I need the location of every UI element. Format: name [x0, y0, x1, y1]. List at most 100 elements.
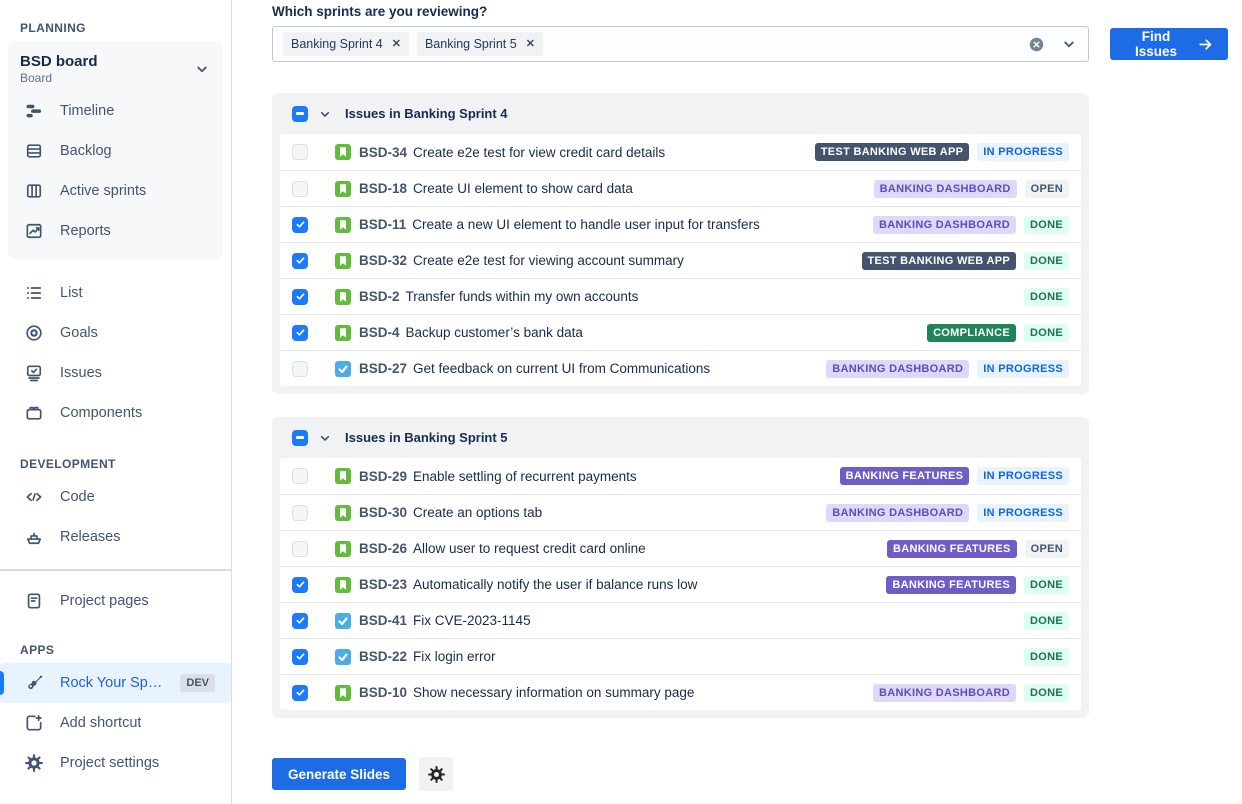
- issue-checkbox[interactable]: [292, 505, 308, 521]
- sidebar-item-goals[interactable]: Goals: [8, 313, 223, 353]
- chevron-down-icon[interactable]: [1060, 35, 1078, 53]
- sprint-multiselect[interactable]: Banking Sprint 4✕Banking Sprint 5✕: [272, 26, 1089, 62]
- issue-key: BSD-10: [359, 685, 407, 700]
- add-shortcut-icon: [24, 713, 44, 733]
- issue-tag-lozenge: TEST BANKING WEB APP: [815, 143, 970, 161]
- chip-label: Banking Sprint 4: [291, 37, 383, 51]
- issue-key: BSD-4: [359, 325, 400, 340]
- sidebar-item-components[interactable]: Components: [8, 393, 223, 433]
- issue-checkbox[interactable]: [292, 181, 308, 197]
- issue-row: BSD-27Get feedback on current UI from Co…: [280, 350, 1081, 386]
- issue-checkbox[interactable]: [292, 685, 308, 701]
- sidebar-item-label: Components: [60, 405, 142, 421]
- issue-checkbox[interactable]: [292, 217, 308, 233]
- sidebar-item-label: List: [60, 285, 83, 301]
- issue-status-lozenge: DONE: [1024, 288, 1069, 306]
- issue-row: BSD-22Fix login errorDONE: [280, 638, 1081, 674]
- panel-title: Issues in Banking Sprint 4: [345, 106, 508, 121]
- sidebar-item-label: Timeline: [60, 103, 114, 119]
- issue-status-lozenge: DONE: [1024, 216, 1069, 234]
- sidebar-item-timeline[interactable]: Timeline: [8, 91, 223, 131]
- sidebar-item-list[interactable]: List: [8, 273, 223, 313]
- sidebar-item-project-pages[interactable]: Project pages: [8, 581, 223, 621]
- sidebar-item-rock-your-sprint[interactable]: Rock Your Sprint…DEV: [0, 663, 231, 703]
- issue-summary: Backup customer’s bank data: [406, 325, 583, 340]
- issue-row: BSD-2Transfer funds within my own accoun…: [280, 278, 1081, 314]
- select-all-checkbox[interactable]: [292, 430, 308, 446]
- issue-row: BSD-11Create a new UI element to handle …: [280, 206, 1081, 242]
- issue-row: BSD-23Automatically notify the user if b…: [280, 566, 1081, 602]
- active-sprints-icon: [24, 181, 44, 201]
- issue-checkbox[interactable]: [292, 361, 308, 377]
- issue-status-lozenge: DONE: [1024, 648, 1069, 666]
- issue-row: BSD-29Enable settling of recurrent payme…: [280, 458, 1081, 494]
- sidebar-item-issues[interactable]: Issues: [8, 353, 223, 393]
- issue-status-lozenge: OPEN: [1025, 180, 1069, 198]
- issue-status-lozenge: IN PROGRESS: [977, 467, 1069, 485]
- remove-chip-icon[interactable]: ✕: [526, 39, 535, 50]
- board-type: Board: [20, 71, 98, 85]
- story-icon: [335, 541, 351, 557]
- issue-checkbox[interactable]: [292, 468, 308, 484]
- issue-checkbox[interactable]: [292, 325, 308, 341]
- sprint-panel: Issues in Banking Sprint 4BSD-34Create e…: [272, 93, 1089, 394]
- list-icon: [24, 283, 44, 303]
- issue-checkbox[interactable]: [292, 649, 308, 665]
- story-icon: [335, 325, 351, 341]
- issue-row: BSD-41Fix CVE-2023-1145DONE: [280, 602, 1081, 638]
- remove-chip-icon[interactable]: ✕: [392, 39, 401, 50]
- issue-tag-lozenge: TEST BANKING WEB APP: [862, 252, 1017, 270]
- issue-checkbox[interactable]: [292, 253, 308, 269]
- sidebar-item-label: Code: [60, 489, 95, 505]
- gear-icon: [427, 765, 446, 784]
- issue-status-lozenge: DONE: [1024, 252, 1069, 270]
- clear-selection-icon[interactable]: [1028, 36, 1045, 53]
- issue-checkbox[interactable]: [292, 144, 308, 160]
- components-icon: [24, 403, 44, 423]
- chevron-down-icon[interactable]: [317, 430, 333, 446]
- sidebar-item-releases[interactable]: Releases: [8, 517, 223, 557]
- board-selector[interactable]: BSD board Board: [8, 45, 223, 91]
- sidebar-item-active-sprints[interactable]: Active sprints: [8, 171, 223, 211]
- sidebar-item-code[interactable]: Code: [8, 477, 223, 517]
- issue-status-lozenge: IN PROGRESS: [977, 360, 1069, 378]
- issue-checkbox[interactable]: [292, 289, 308, 305]
- issue-tag-lozenge: BANKING FEATURES: [840, 467, 970, 485]
- issue-key: BSD-41: [359, 613, 407, 628]
- reports-icon: [24, 221, 44, 241]
- issue-tag-lozenge: BANKING DASHBOARD: [826, 360, 969, 378]
- board-card: BSD board Board Timeline BacklogActive sp…: [8, 41, 223, 259]
- chevron-down-icon[interactable]: [317, 106, 333, 122]
- issue-checkbox[interactable]: [292, 577, 308, 593]
- story-icon: [335, 253, 351, 269]
- issue-summary: Create an options tab: [413, 505, 542, 520]
- sprints-question-label: Which sprints are you reviewing?: [272, 4, 1228, 19]
- sidebar-item-reports[interactable]: Reports: [8, 211, 223, 251]
- issue-key: BSD-30: [359, 505, 407, 520]
- issue-checkbox[interactable]: [292, 613, 308, 629]
- issue-summary: Create a new UI element to handle user i…: [412, 217, 759, 232]
- issues-icon: [24, 363, 44, 383]
- issue-summary: Create e2e test for view credit card det…: [413, 145, 665, 160]
- main-content: Which sprints are you reviewing? Banking…: [232, 0, 1242, 804]
- planning-section-heading: PLANNING: [8, 21, 223, 35]
- releases-icon: [24, 527, 44, 547]
- issue-key: BSD-18: [359, 181, 407, 196]
- slides-settings-button[interactable]: [419, 757, 453, 791]
- generate-slides-button[interactable]: Generate Slides: [272, 758, 406, 790]
- sidebar-item-label: Goals: [60, 325, 98, 341]
- story-icon: [335, 577, 351, 593]
- issue-key: BSD-26: [359, 541, 407, 556]
- issue-checkbox[interactable]: [292, 541, 308, 557]
- issue-summary: Create e2e test for viewing account summ…: [413, 253, 684, 268]
- sidebar-item-add-shortcut[interactable]: Add shortcut: [8, 703, 223, 743]
- sidebar-item-project-settings[interactable]: Project settings: [8, 743, 223, 783]
- gear-icon: [24, 753, 44, 773]
- chevron-down-icon: [193, 60, 211, 78]
- sidebar-item-label: Project settings: [60, 755, 159, 771]
- sidebar-item-backlog[interactable]: Backlog: [8, 131, 223, 171]
- issue-key: BSD-32: [359, 253, 407, 268]
- issue-summary: Create UI element to show card data: [413, 181, 633, 196]
- find-issues-button[interactable]: Find Issues: [1110, 28, 1228, 60]
- select-all-checkbox[interactable]: [292, 106, 308, 122]
